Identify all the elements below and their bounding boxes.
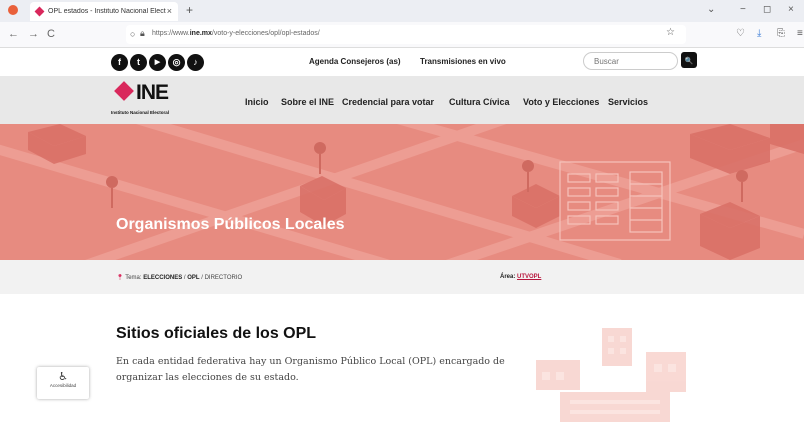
browser-tab-bar: OPL estados - Instituto Nacional Elector…: [0, 0, 804, 22]
forward-button[interactable]: →: [28, 28, 39, 40]
breadcrumb-elecciones[interactable]: ELECCIONES: [143, 275, 182, 281]
nav-inicio[interactable]: Inicio: [245, 97, 269, 107]
extensions-icon[interactable]: ⎘: [777, 28, 785, 39]
twitter-icon[interactable]: t: [130, 54, 147, 71]
menu-icon[interactable]: ≡: [797, 28, 803, 39]
reload-button[interactable]: C: [47, 28, 55, 40]
back-button[interactable]: ←: [8, 28, 19, 40]
breadcrumb-prefix: Tema:: [125, 275, 142, 281]
accessibility-icon: ♿︎: [58, 371, 68, 383]
transmisiones-link[interactable]: Transmisiones en vivo: [420, 57, 506, 66]
area-info: Área: UTVOPL: [500, 274, 541, 280]
breadcrumb-bar: 📍︎ Tema: ELECCIONES / OPL / DIRECTORIO Á…: [0, 260, 804, 294]
nav-servicios[interactable]: Servicios: [608, 97, 648, 107]
site-top-bar: f t ▶ ◎ ♪ Agenda Consejeros (as) Transmi…: [0, 48, 804, 76]
nav-cultura-civica[interactable]: Cultura Cívica: [449, 97, 510, 107]
agenda-link[interactable]: Agenda Consejeros (as): [309, 57, 401, 66]
address-bar[interactable]: ○ 🔒︎ https://www.ine.mx/voto-y-eleccione…: [126, 25, 686, 44]
area-link[interactable]: UTVOPL: [517, 274, 541, 280]
bookmark-star-icon[interactable]: ☆: [666, 27, 675, 38]
page-description: En cada entidad federativa hay un Organi…: [116, 356, 505, 383]
tab-title: OPL estados - Instituto Nacional Elector…: [48, 8, 166, 15]
main-nav: INE Instituto Nacional Electoral Inicio …: [0, 76, 804, 124]
shield-icon: ○: [130, 29, 136, 39]
area-label: Área:: [500, 274, 516, 280]
nav-sobre-el-ine[interactable]: Sobre el INE: [281, 97, 334, 107]
city-illustration: [0, 124, 804, 260]
ine-favicon: [34, 6, 45, 17]
download-icon[interactable]: ⤓: [757, 28, 761, 39]
browser-tab[interactable]: OPL estados - Instituto Nacional Elector…: [30, 2, 178, 21]
firefox-icon[interactable]: [8, 5, 18, 15]
lock-icon: 🔒︎: [140, 28, 145, 38]
page-title: Sitios oficiales de los OPL: [116, 325, 317, 342]
youtube-icon[interactable]: ▶: [149, 54, 166, 71]
pocket-icon[interactable]: ♡: [736, 28, 745, 39]
search-icon: 🔍: [684, 58, 694, 65]
search-input[interactable]: [583, 52, 678, 70]
nav-credencial[interactable]: Credencial para votar: [342, 97, 434, 107]
pin-icon: 📍︎: [116, 275, 124, 281]
logo-subtitle: Instituto Nacional Electoral: [111, 110, 170, 115]
maximize-icon[interactable]: ◻: [763, 4, 771, 15]
tab-close-icon[interactable]: ×: [167, 6, 172, 16]
breadcrumb: 📍︎ Tema: ELECCIONES / OPL / DIRECTORIO: [116, 275, 243, 281]
ine-logo-icon[interactable]: [114, 81, 134, 101]
breadcrumb-directorio: DIRECTORIO: [204, 275, 243, 281]
browser-toolbar: ← → C ○ 🔒︎ https://www.ine.mx/voto-y-ele…: [0, 22, 804, 48]
minimize-icon[interactable]: −: [740, 4, 746, 15]
tiktok-icon[interactable]: ♪: [187, 54, 204, 71]
hero-banner: Organismos Públicos Locales: [0, 124, 804, 260]
decorative-buildings: [536, 328, 686, 422]
new-tab-button[interactable]: +: [186, 3, 193, 17]
search-button[interactable]: 🔍: [681, 52, 697, 68]
instagram-icon[interactable]: ◎: [168, 54, 185, 71]
accessibility-button[interactable]: ♿︎ Accesibilidad: [37, 367, 89, 399]
breadcrumb-opl[interactable]: OPL: [187, 275, 199, 281]
close-window-icon[interactable]: ×: [788, 4, 794, 15]
logo-text[interactable]: INE: [136, 81, 169, 105]
main-content: Sitios oficiales de los OPL En cada enti…: [0, 294, 804, 422]
tab-list-dropdown-icon[interactable]: ⌄: [707, 4, 715, 15]
facebook-icon[interactable]: f: [111, 54, 128, 71]
url-text: https://www.ine.mx/voto-y-elecciones/opl…: [152, 30, 320, 37]
accessibility-label: Accesibilidad: [49, 383, 77, 388]
nav-voto-elecciones[interactable]: Voto y Elecciones: [523, 97, 599, 107]
hero-title: Organismos Públicos Locales: [116, 216, 345, 233]
